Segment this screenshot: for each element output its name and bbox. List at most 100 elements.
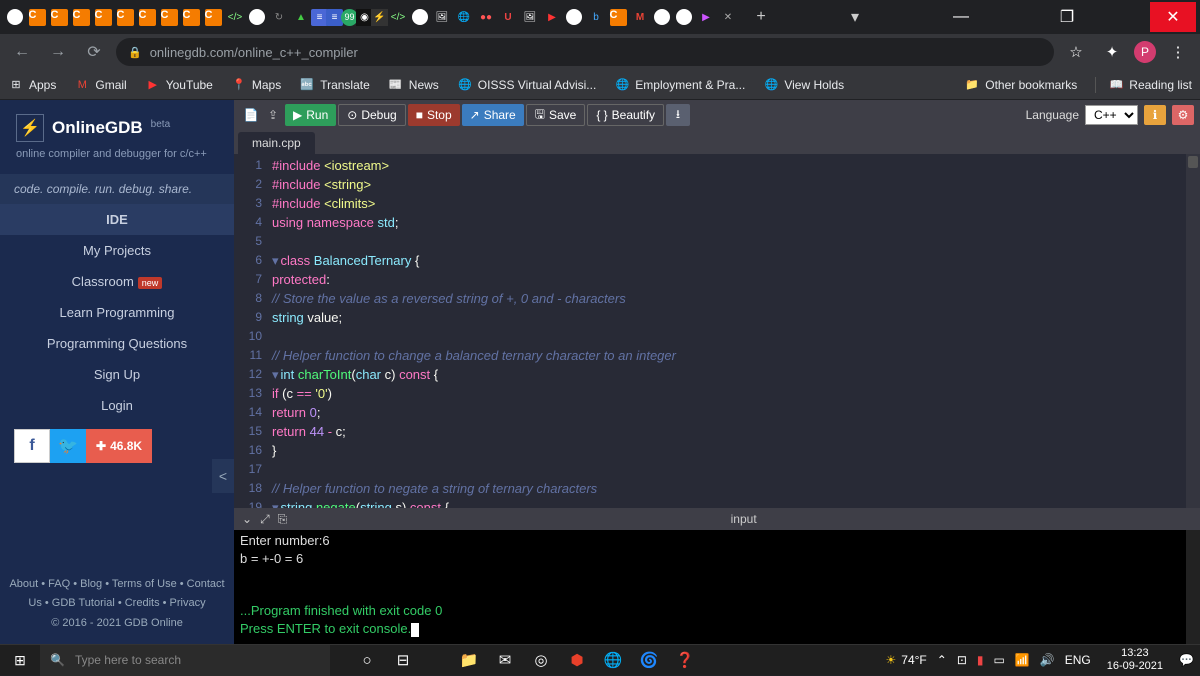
logo[interactable]: ⚡ OnlineGDB beta bbox=[0, 100, 234, 146]
window-minimize[interactable]: ▾ bbox=[832, 2, 878, 32]
window-maximize[interactable]: ❐ bbox=[1044, 2, 1090, 32]
tab-icon[interactable]: C bbox=[25, 5, 49, 29]
facebook-button[interactable]: f bbox=[14, 429, 50, 463]
tab-icon[interactable]: U bbox=[496, 5, 520, 29]
sidebar-item-login[interactable]: Login bbox=[0, 390, 234, 421]
sidebar-item-classroom[interactable]: Classroomnew bbox=[0, 266, 234, 297]
collapse-sidebar-button[interactable]: < bbox=[212, 459, 234, 493]
window-close[interactable]: ✕ bbox=[1150, 2, 1196, 32]
tab-icon[interactable]: C bbox=[135, 5, 159, 29]
tab-icon[interactable]: b bbox=[584, 5, 608, 29]
window-minimize[interactable]: — bbox=[938, 2, 984, 32]
debug-button[interactable]: ⊙ Debug bbox=[338, 104, 405, 126]
profile-button[interactable]: P bbox=[1134, 41, 1156, 63]
expand-icon[interactable]: ⤢ bbox=[260, 512, 270, 527]
tab-icon[interactable]: C bbox=[113, 5, 137, 29]
edge-icon[interactable]: 🌀 bbox=[632, 645, 666, 676]
taskbar-search[interactable]: 🔍 Type here to search bbox=[40, 645, 330, 676]
app-icon[interactable]: ◎ bbox=[524, 645, 558, 676]
office-icon[interactable]: ⬢ bbox=[560, 645, 594, 676]
tab-icon[interactable] bbox=[650, 5, 674, 29]
sidebar-item-questions[interactable]: Programming Questions bbox=[0, 328, 234, 359]
run-button[interactable]: ▶ Run bbox=[285, 104, 336, 126]
terminal-scrollbar[interactable] bbox=[1186, 530, 1200, 644]
language-select[interactable]: C++ bbox=[1085, 105, 1138, 125]
twitter-button[interactable]: 🐦 bbox=[50, 429, 86, 463]
settings-button[interactable]: ⚙ bbox=[1172, 105, 1194, 125]
tab-icon[interactable]: C bbox=[606, 5, 630, 29]
clock[interactable]: 13:23 16-09-2021 bbox=[1101, 647, 1169, 673]
cortana-icon[interactable]: ○ bbox=[350, 645, 384, 676]
reading-list[interactable]: 📖Reading list bbox=[1095, 77, 1192, 93]
tab-icon[interactable]: C bbox=[201, 5, 225, 29]
tab-icon[interactable] bbox=[562, 5, 586, 29]
notifications-icon[interactable]: 💬 bbox=[1179, 653, 1194, 667]
bookmark-item[interactable]: 📰News bbox=[388, 77, 439, 93]
tray-icon[interactable]: ▭ bbox=[994, 653, 1005, 667]
tab-icon[interactable]: ▶ bbox=[540, 5, 564, 29]
bookmark-item[interactable]: 🔤Translate bbox=[299, 77, 370, 93]
forward-button[interactable]: → bbox=[44, 38, 72, 66]
file-tab[interactable]: main.cpp bbox=[238, 132, 315, 154]
chevron-down-icon[interactable]: ⌄ bbox=[242, 512, 252, 526]
download-button[interactable]: ⭳ bbox=[666, 104, 690, 126]
upload-icon[interactable]: ⇪ bbox=[262, 104, 284, 126]
terminal[interactable]: Enter number:6 b = +-0 = 6 ...Program fi… bbox=[234, 530, 1200, 644]
bookmark-item[interactable]: 📍Maps bbox=[231, 77, 281, 93]
tab-icon[interactable]: 🖼 bbox=[430, 5, 454, 29]
tray-icon[interactable]: ⊡ bbox=[957, 653, 967, 667]
tab-icon[interactable]: M bbox=[628, 5, 652, 29]
extensions-button[interactable]: ✦ bbox=[1098, 38, 1126, 66]
tab-icon[interactable]: C bbox=[91, 5, 115, 29]
other-bookmarks[interactable]: 📁Other bookmarks bbox=[964, 77, 1077, 93]
wifi-icon[interactable]: 📶 bbox=[1015, 653, 1030, 667]
back-button[interactable]: ← bbox=[8, 38, 36, 66]
start-button[interactable]: ⊞ bbox=[0, 645, 40, 676]
chrome-icon[interactable]: 🌐 bbox=[596, 645, 630, 676]
info-button[interactable]: ℹ bbox=[1144, 105, 1166, 125]
new-file-icon[interactable]: 📄 bbox=[240, 104, 262, 126]
follow-button[interactable]: ✚ 46.8K bbox=[86, 429, 152, 463]
bookmark-item[interactable]: ▶YouTube bbox=[145, 77, 213, 93]
weather-widget[interactable]: ☀74°F bbox=[886, 653, 927, 667]
code-editor[interactable]: 1234567891011121314151617181920 #include… bbox=[234, 154, 1200, 508]
sidebar-item-ide[interactable]: IDE bbox=[0, 204, 234, 235]
code-content[interactable]: #include <iostream> #include <string> #i… bbox=[268, 154, 1200, 508]
tab-icon[interactable]: C bbox=[179, 5, 203, 29]
bookmark-item[interactable]: 🌐View Holds bbox=[763, 77, 844, 93]
tab-icon[interactable]: ↻ bbox=[267, 5, 291, 29]
apps-button[interactable]: ⊞Apps bbox=[8, 77, 56, 93]
star-button[interactable]: ☆ bbox=[1062, 38, 1090, 66]
tab-icon[interactable] bbox=[672, 5, 696, 29]
taskview-icon[interactable]: ⊟ bbox=[386, 645, 420, 676]
explorer-icon[interactable]: 📁 bbox=[452, 645, 486, 676]
tab-icon[interactable]: C bbox=[47, 5, 71, 29]
help-icon[interactable]: ❓ bbox=[668, 645, 702, 676]
tab-icon[interactable] bbox=[3, 5, 27, 29]
tab-icon[interactable]: ▲ bbox=[289, 5, 313, 29]
copy-icon[interactable]: ⎘ bbox=[278, 512, 288, 527]
tab-icon[interactable]: 🖼 bbox=[518, 5, 542, 29]
tab-close-icon[interactable]: ✕ bbox=[716, 5, 740, 29]
tray-icon[interactable]: ▮ bbox=[977, 653, 984, 667]
tab-icon[interactable]: C bbox=[157, 5, 181, 29]
bookmark-item[interactable]: 🌐Employment & Pra... bbox=[614, 77, 745, 93]
tab-icon[interactable]: 🌐 bbox=[452, 5, 476, 29]
editor-scrollbar[interactable] bbox=[1186, 154, 1200, 508]
new-tab-button[interactable]: + bbox=[749, 5, 773, 29]
share-button[interactable]: ↗ Share bbox=[462, 104, 524, 126]
volume-icon[interactable]: 🔊 bbox=[1040, 653, 1055, 667]
bookmark-item[interactable]: MGmail bbox=[74, 77, 126, 93]
tab-icon[interactable]: ▶ bbox=[694, 5, 718, 29]
tray-chevron[interactable]: ⌃ bbox=[937, 653, 947, 667]
tab-icon[interactable] bbox=[408, 5, 432, 29]
tab-icon[interactable] bbox=[245, 5, 269, 29]
mail-icon[interactable]: ✉ bbox=[488, 645, 522, 676]
sidebar-item-projects[interactable]: My Projects bbox=[0, 235, 234, 266]
bookmark-item[interactable]: 🌐OISSS Virtual Advisi... bbox=[457, 77, 597, 93]
url-input[interactable]: 🔒 onlinegdb.com/online_c++_compiler bbox=[116, 38, 1054, 66]
language-indicator[interactable]: ENG bbox=[1065, 653, 1091, 667]
menu-button[interactable]: ⋮ bbox=[1164, 38, 1192, 66]
reload-button[interactable]: ⟳ bbox=[80, 38, 108, 66]
save-button[interactable]: 🖫 Save bbox=[526, 104, 586, 126]
